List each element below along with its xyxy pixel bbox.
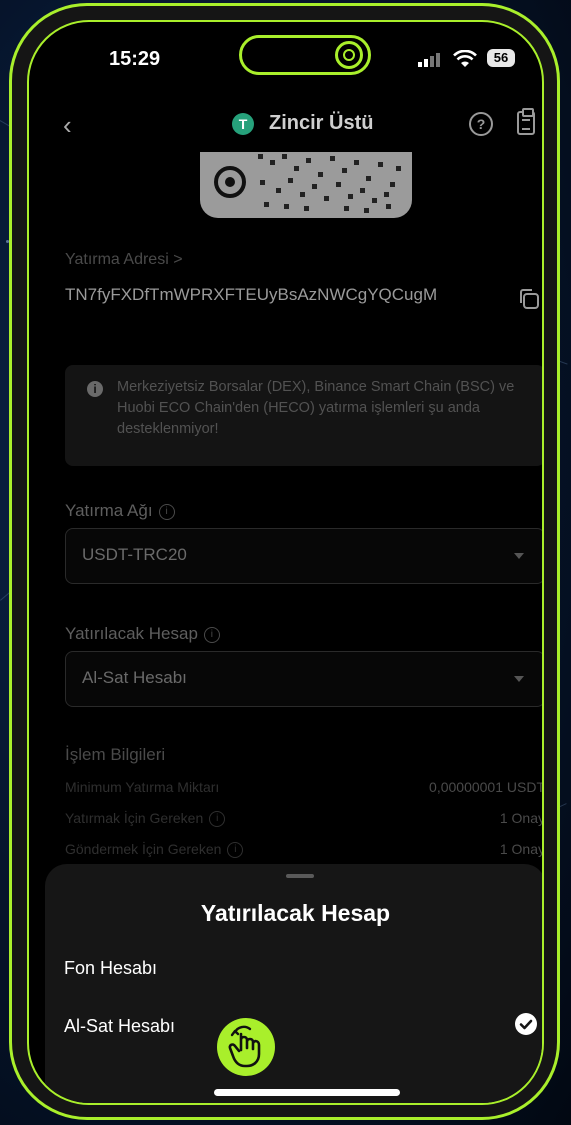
account-label-text: Yatırılacak Hesap xyxy=(65,624,198,643)
tap-hand-icon xyxy=(217,1018,275,1076)
transaction-info-title: İşlem Bilgileri xyxy=(65,745,166,764)
phone-screen: 15:29 56 ‹ T Zincir Üstü ? Yatırma Adres… xyxy=(27,20,544,1105)
deposit-address-label[interactable]: Yatırma Adresi > xyxy=(65,251,183,269)
info-icon[interactable]: i xyxy=(209,811,226,828)
caret-down-icon xyxy=(514,553,524,559)
option-al-sat-hesabi[interactable]: Al-Sat Hesabı xyxy=(64,1016,175,1037)
notice-text: Merkeziyetsiz Borsalar (DEX), Binance Sm… xyxy=(117,379,515,437)
info-row: Yatırmak İçin Gereken i 1 Onay xyxy=(65,810,544,828)
info-row-value: 1 Onay xyxy=(499,810,544,826)
checkmark-icon xyxy=(515,1013,537,1035)
clipboard-icon[interactable] xyxy=(517,108,535,135)
info-row: Minimum Yatırma Miktarı 0,00000001 USDT xyxy=(65,779,544,795)
info-icon: i xyxy=(87,381,103,397)
info-row-label: Yatırmak İçin Gereken xyxy=(65,810,204,826)
signal-icon xyxy=(418,53,440,67)
caret-down-icon xyxy=(514,676,524,682)
status-time: 15:29 xyxy=(109,48,161,70)
network-label: Yatırma Ağı i xyxy=(65,501,175,521)
account-bottom-sheet: Yatırılacak Hesap Fon Hesabı Al-Sat Hesa… xyxy=(45,864,542,1103)
account-label: Yatırılacak Hesap i xyxy=(65,624,220,644)
info-row-value: 0,00000001 USDT xyxy=(429,779,544,795)
info-icon[interactable]: i xyxy=(203,626,220,643)
info-icon[interactable]: i xyxy=(158,503,175,520)
sheet-title: Yatırılacak Hesap xyxy=(200,900,391,926)
deposit-address-value: TN7fyFXDfTmWPRXFTEUyBsAzNWCgYQCugM xyxy=(65,285,438,304)
info-row: Göndermek İçin Gereken i 1 Onay xyxy=(65,841,544,859)
checkmark-glyph xyxy=(519,1019,533,1030)
sheet-grabber[interactable] xyxy=(286,874,314,878)
network-label-text: Yatırma Ağı xyxy=(65,501,153,520)
network-select-value: USDT-TRC20 xyxy=(82,545,187,564)
qr-code-pattern xyxy=(214,154,401,213)
info-row-label: Minimum Yatırma Miktarı xyxy=(65,779,220,795)
copy-icon[interactable] xyxy=(517,287,541,311)
account-select-value: Al-Sat Hesabı xyxy=(82,668,187,687)
option-fon-hesabi[interactable]: Fon Hesabı xyxy=(64,958,157,979)
notice-box: i Merkeziyetsiz Borsalar (DEX), Binance … xyxy=(65,365,542,466)
account-select[interactable]: Al-Sat Hesabı xyxy=(65,651,542,707)
camera-icon xyxy=(335,41,363,69)
question-icon[interactable]: ? xyxy=(469,112,493,136)
tether-icon: T xyxy=(232,113,254,135)
wifi-icon xyxy=(453,50,477,67)
home-indicator[interactable] xyxy=(214,1089,400,1096)
network-select[interactable]: USDT-TRC20 xyxy=(65,528,542,584)
hand-pointer-icon xyxy=(228,1025,261,1068)
dynamic-island xyxy=(239,35,371,75)
battery-icon: 56 xyxy=(487,49,515,67)
qr-code xyxy=(200,152,412,218)
page-title: Zincir Üstü xyxy=(269,112,374,134)
info-row-label: Göndermek İçin Gereken xyxy=(65,841,222,857)
info-icon[interactable]: i xyxy=(227,842,244,859)
info-row-value: 1 Onay xyxy=(499,841,544,857)
chevron-left-icon[interactable]: ‹ xyxy=(63,112,72,138)
